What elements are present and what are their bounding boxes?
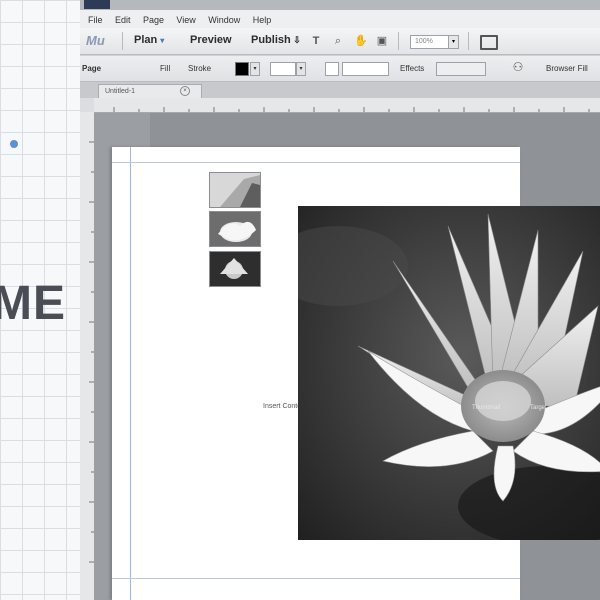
app-logo: Mu bbox=[86, 33, 105, 48]
toolbar-divider bbox=[122, 32, 123, 50]
thumbnail-1[interactable] bbox=[209, 172, 261, 208]
stroke-color-dropdown[interactable]: ▾ bbox=[250, 62, 260, 76]
thumbnail-image bbox=[210, 212, 260, 246]
effects-label: Effects bbox=[400, 64, 425, 73]
ruler-origin[interactable] bbox=[80, 98, 94, 112]
menu-view[interactable]: View bbox=[176, 11, 195, 29]
hand-tool-icon[interactable]: ✋ bbox=[354, 35, 368, 47]
menu-bar: File Edit Page View Window Help bbox=[80, 10, 600, 29]
person-icon[interactable]: ⚇ bbox=[512, 61, 524, 73]
zoom-tool-icon[interactable]: ⌕ bbox=[332, 35, 344, 47]
title-bar bbox=[80, 0, 600, 10]
rectangle-tool-icon[interactable]: ▣ bbox=[376, 35, 388, 47]
opacity-field[interactable] bbox=[436, 62, 486, 76]
thumbnail-image bbox=[210, 173, 260, 207]
browser-fill-label[interactable]: Browser Fill bbox=[546, 64, 588, 73]
ruler-ticks-v bbox=[89, 141, 94, 563]
text-tool-icon[interactable]: T bbox=[310, 35, 322, 47]
fill-label: Fill bbox=[160, 64, 171, 73]
toolbar-divider bbox=[468, 32, 469, 50]
page-label: Page bbox=[82, 64, 102, 73]
menu-edit[interactable]: Edit bbox=[115, 11, 131, 29]
document-tabs: Untitled-1 bbox=[80, 82, 600, 99]
layout-guide bbox=[112, 162, 520, 163]
horizontal-ruler[interactable] bbox=[94, 98, 600, 113]
corner-value-field[interactable] bbox=[342, 62, 389, 76]
close-icon[interactable]: × bbox=[180, 86, 190, 96]
chevron-down-icon: ▾ bbox=[160, 36, 165, 45]
stroke-width-field[interactable] bbox=[270, 62, 296, 76]
thumbnail-2[interactable] bbox=[209, 211, 261, 247]
menu-window[interactable]: Window bbox=[208, 11, 240, 29]
zoom-dropdown[interactable]: ▾ bbox=[448, 35, 459, 49]
layout-guide bbox=[112, 578, 520, 579]
stroke-color-swatch[interactable] bbox=[235, 62, 249, 76]
view-options-icon[interactable] bbox=[480, 35, 498, 50]
menu-file[interactable]: File bbox=[88, 11, 103, 29]
publish-button[interactable]: Publish ⇩ bbox=[251, 34, 301, 46]
guide-handle[interactable] bbox=[10, 140, 18, 148]
preview-mode-button[interactable]: Preview bbox=[190, 34, 232, 46]
app-badge bbox=[84, 0, 110, 9]
toolbar-divider bbox=[398, 32, 399, 50]
properties-bar: Page Fill Stroke ▾ ▾ Effects ⚇ Browser F… bbox=[80, 56, 600, 82]
main-toolbar: Mu Plan ▾ Preview Publish ⇩ T ⌕ ✋ ▣ 100%… bbox=[80, 28, 600, 55]
lotus-illustration bbox=[298, 206, 600, 540]
hotspot-label: Target bbox=[530, 405, 547, 411]
ruler-ticks-h bbox=[113, 107, 590, 112]
menu-page[interactable]: Page bbox=[143, 11, 164, 29]
publish-label: Publish bbox=[251, 34, 291, 46]
lotus-photo[interactable] bbox=[298, 206, 600, 540]
plan-mode-button[interactable]: Plan ▾ bbox=[134, 34, 164, 46]
thumbnail-image bbox=[210, 252, 260, 286]
corner-radius-field[interactable] bbox=[325, 62, 339, 76]
stroke-label: Stroke bbox=[188, 64, 212, 73]
vertical-ruler[interactable] bbox=[80, 112, 95, 600]
stroke-width-dropdown[interactable]: ▾ bbox=[296, 62, 306, 76]
plan-label: Plan bbox=[134, 34, 158, 46]
layout-guide bbox=[130, 147, 131, 600]
hotspot-label: Thumbnail bbox=[472, 405, 501, 411]
download-icon: ⇩ bbox=[290, 35, 301, 45]
slide-title-fragment: ME bbox=[0, 277, 66, 330]
menu-help[interactable]: Help bbox=[253, 11, 272, 29]
thumbnail-3[interactable] bbox=[209, 251, 261, 287]
